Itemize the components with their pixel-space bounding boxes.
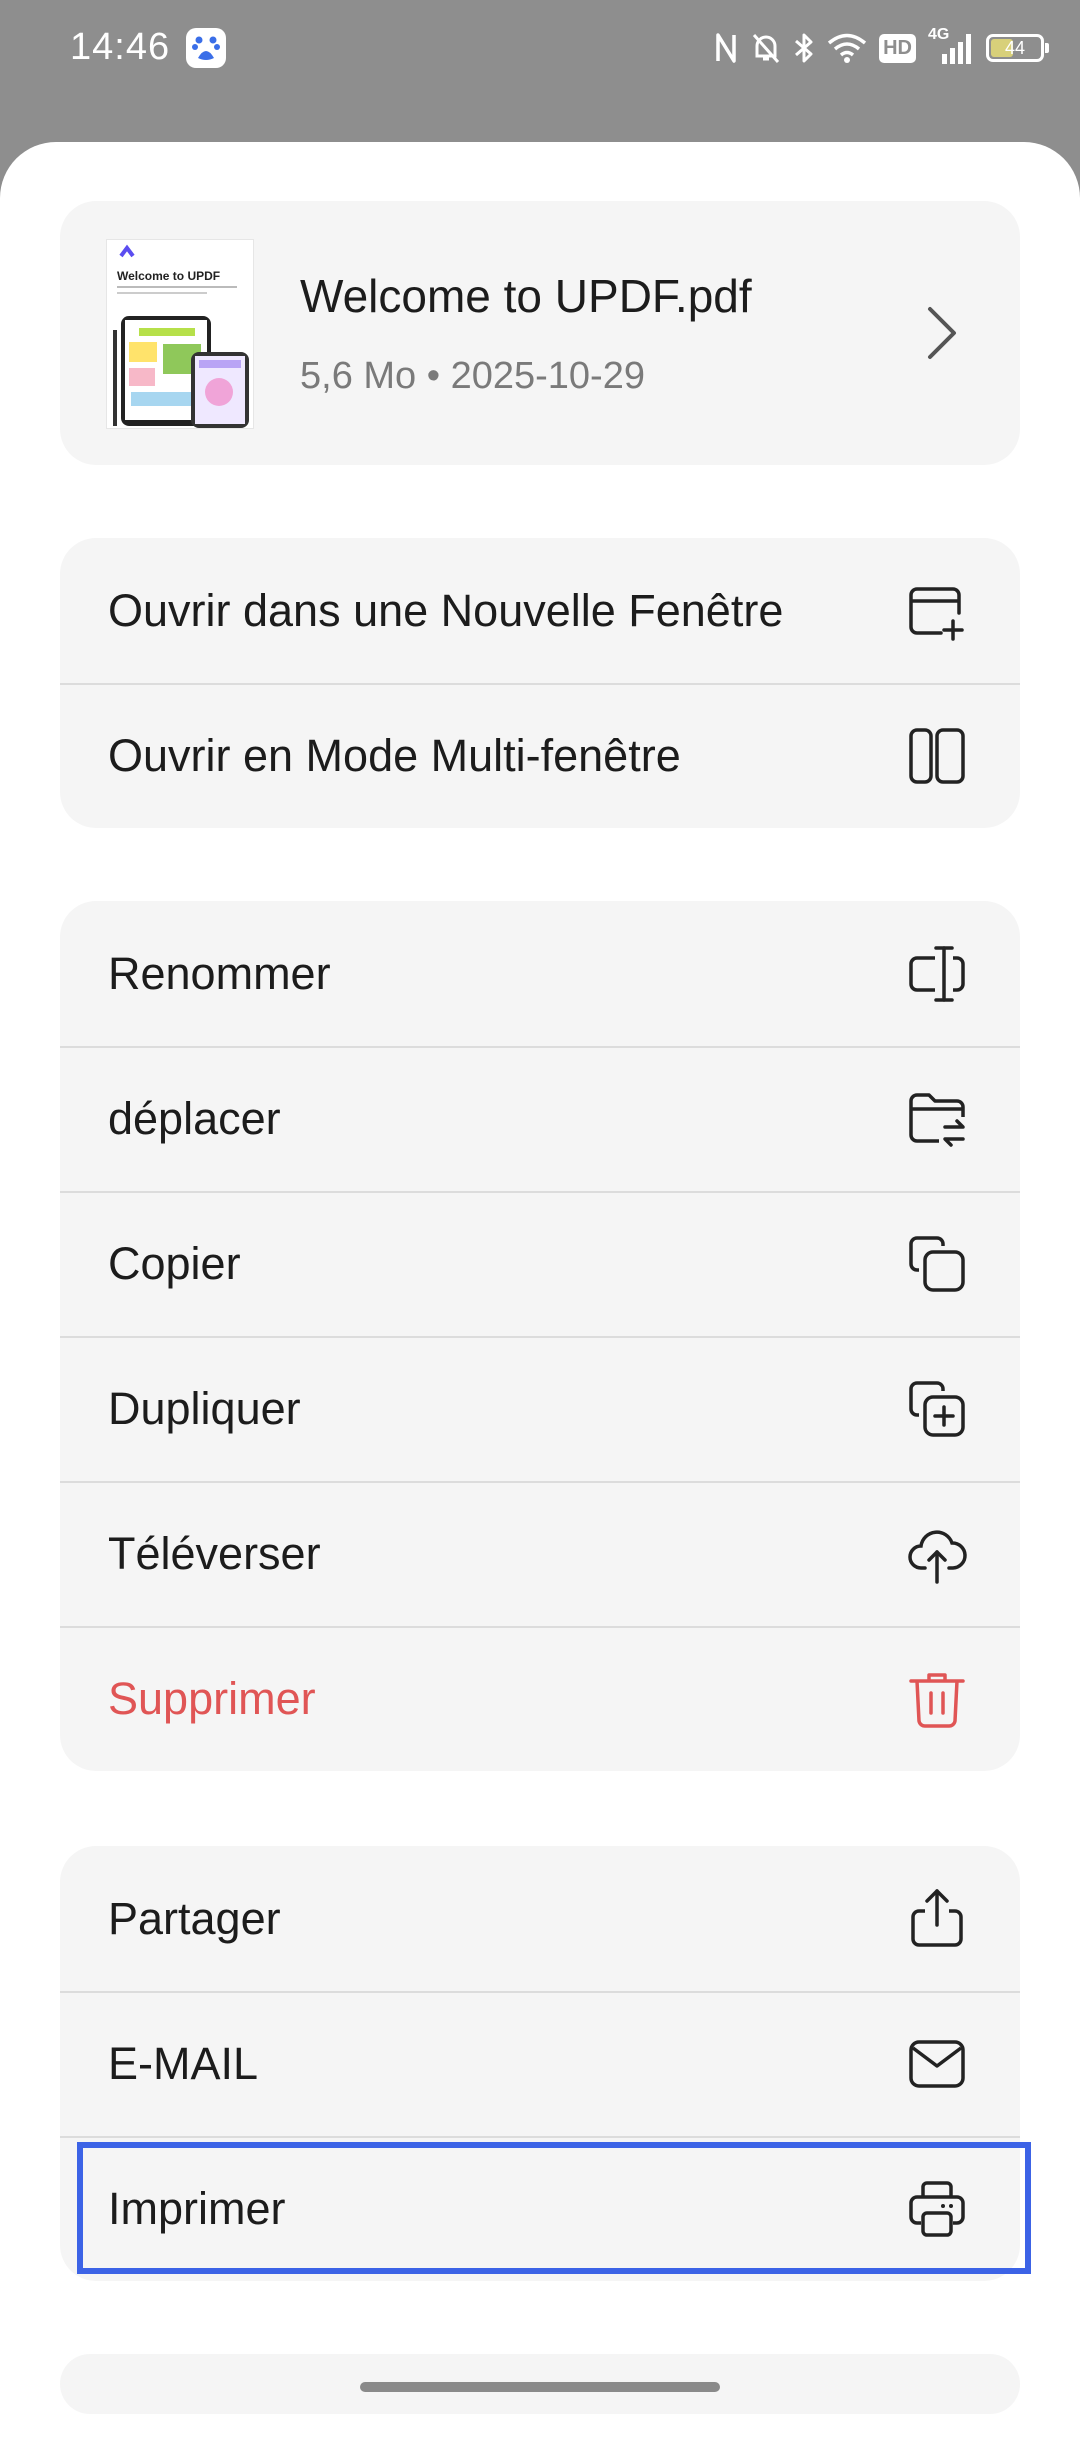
menu-item-label: E-MAIL	[108, 2037, 259, 2089]
print-item[interactable]: Imprimer	[60, 2136, 1020, 2281]
wifi-icon	[827, 33, 867, 63]
baidu-app-icon	[186, 28, 226, 68]
menu-item-label: Supprimer	[108, 1672, 316, 1724]
copy-icon	[902, 1229, 972, 1299]
mute-bell-icon	[752, 34, 780, 63]
battery-icon: 44	[986, 34, 1049, 62]
menu-item-label: déplacer	[108, 1092, 281, 1144]
chevron-right-icon[interactable]	[924, 305, 960, 366]
file-meta: 5,6 Mo • 2025-10-29	[300, 355, 645, 397]
file-info-card[interactable]: Welcome to UPDF Welcome to UPDF.pdf 5,6 …	[60, 201, 1020, 465]
share-item[interactable]: Partager	[60, 1846, 1020, 1991]
open-new-window-item[interactable]: Ouvrir dans une Nouvelle Fenêtre	[60, 538, 1020, 683]
trash-icon	[902, 1664, 972, 1734]
rename-icon	[902, 939, 972, 1009]
share-options-group: Partager E-MAIL Imprimer	[60, 1846, 1020, 2281]
hd-badge: HD	[879, 33, 916, 63]
file-operations-group: Renommer déplacer Copier Dupliquer Télév…	[60, 901, 1020, 1771]
move-item[interactable]: déplacer	[60, 1046, 1020, 1191]
status-bar: 14:46 HD 4G 44	[0, 0, 1080, 96]
menu-item-label: Renommer	[108, 947, 331, 999]
window-options-group: Ouvrir dans une Nouvelle Fenêtre Ouvrir …	[60, 538, 1020, 828]
mail-icon	[902, 2029, 972, 2099]
duplicate-icon	[902, 1374, 972, 1444]
status-icons: HD 4G 44	[713, 26, 1049, 68]
thumbnail-title: Welcome to UPDF	[117, 269, 220, 283]
rename-item[interactable]: Renommer	[60, 901, 1020, 1046]
duplicate-item[interactable]: Dupliquer	[60, 1336, 1020, 1481]
home-indicator[interactable]	[360, 2382, 720, 2392]
status-time: 14:46	[70, 26, 171, 68]
bluetooth-icon	[795, 33, 813, 63]
menu-item-label: Copier	[108, 1237, 241, 1289]
menu-item-label: Ouvrir en Mode Multi-fenêtre	[108, 729, 681, 781]
email-item[interactable]: E-MAIL	[60, 1991, 1020, 2136]
menu-item-label: Dupliquer	[108, 1382, 301, 1434]
delete-item[interactable]: Supprimer	[60, 1626, 1020, 1771]
pdf-thumbnail: Welcome to UPDF	[106, 239, 254, 429]
nfc-icon	[716, 33, 736, 63]
battery-level: 44	[1004, 38, 1026, 58]
move-folder-icon	[902, 1084, 972, 1154]
file-name: Welcome to UPDF.pdf	[300, 270, 752, 322]
open-multi-window-item[interactable]: Ouvrir en Mode Multi-fenêtre	[60, 683, 1020, 828]
upload-item[interactable]: Téléverser	[60, 1481, 1020, 1626]
share-icon	[902, 1884, 972, 1954]
split-window-icon	[902, 721, 972, 791]
copy-item[interactable]: Copier	[60, 1191, 1020, 1336]
cloud-upload-icon	[902, 1519, 972, 1589]
new-window-icon	[902, 576, 972, 646]
menu-item-label: Imprimer	[108, 2182, 286, 2234]
menu-item-label: Ouvrir dans une Nouvelle Fenêtre	[108, 584, 784, 636]
menu-item-label: Partager	[108, 1892, 281, 1944]
signal-icon: 4G	[928, 26, 974, 66]
printer-icon	[902, 2174, 972, 2244]
menu-item-label: Téléverser	[108, 1527, 321, 1579]
